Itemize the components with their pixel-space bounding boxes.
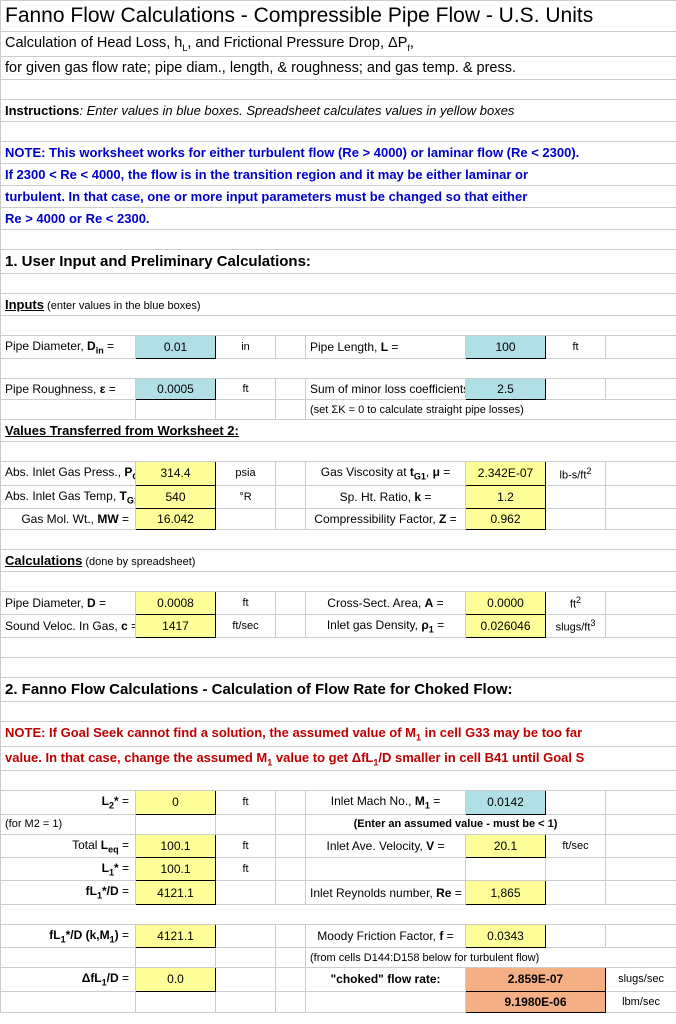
comp-factor-label: Compressibility Factor, Z =: [306, 509, 466, 530]
note-red-2: value. In that case, change the assumed …: [1, 746, 676, 771]
choked-label: "choked" flow rate:: [306, 968, 466, 991]
pipe-diameter-label: Pipe Diameter, Din =: [1, 335, 136, 358]
m1-label: Inlet Mach No., M1 =: [306, 791, 466, 814]
l2-value: 0: [136, 791, 216, 814]
instructions: Instructions: Enter values in blue boxes…: [1, 99, 676, 121]
choked-unit-1: slugs/sec: [606, 968, 676, 991]
l2-label: L2* =: [1, 791, 136, 814]
abs-temp-value: 540: [136, 485, 216, 508]
page-title: Fanno Flow Calculations - Compressible P…: [1, 1, 676, 32]
sound-vel-value: 1417: [136, 614, 216, 637]
abs-press-value: 314.4: [136, 462, 216, 485]
pipe-length-input[interactable]: 100: [466, 335, 546, 358]
total-leq-unit: ft: [216, 834, 276, 857]
abs-press-label: Abs. Inlet Gas Press., PG1 =: [1, 462, 136, 485]
pipe-diameter-input[interactable]: 0.01: [136, 335, 216, 358]
moody-label: Moody Friction Factor, f =: [306, 924, 466, 947]
sum-minor-note: (set ΣK = 0 to calculate straight pipe l…: [306, 400, 676, 420]
reynolds-value: 1,865: [466, 881, 546, 904]
fl1d-label: fL1*/D =: [1, 881, 136, 904]
cross-sect-unit: ft2: [546, 592, 606, 615]
gas-visc-label: Gas Viscosity at tG1, μ =: [306, 462, 466, 485]
delta-fl1d-label: ΔfL1/D =: [1, 968, 136, 991]
cross-sect-value: 0.0000: [466, 592, 546, 615]
mol-wt-value: 16.042: [136, 509, 216, 530]
pipe-diam-ft-value: 0.0008: [136, 592, 216, 615]
sum-minor-label: Sum of minor loss coefficients, ΣK =: [306, 379, 466, 400]
l1-label: L1* =: [1, 858, 136, 881]
pipe-diameter-unit: in: [216, 335, 276, 358]
l2-unit: ft: [216, 791, 276, 814]
l1-unit: ft: [216, 858, 276, 881]
moody-note: (from cells D144:D158 below for turbulen…: [306, 948, 676, 968]
inlet-vel-unit: ft/sec: [546, 834, 606, 857]
section-1-header: 1. User Input and Preliminary Calculatio…: [1, 249, 676, 273]
note-blue-2: If 2300 < Re < 4000, the flow is in the …: [1, 163, 676, 185]
abs-temp-unit: °R: [216, 485, 276, 508]
m1-input[interactable]: 0.0142: [466, 791, 546, 814]
mol-wt-label: Gas Mol. Wt., MW =: [1, 509, 136, 530]
sound-vel-label: Sound Veloc. In Gas, c =: [1, 614, 136, 637]
l1-value: 100.1: [136, 858, 216, 881]
inputs-subhead: Inputs (enter values in the blue boxes): [1, 293, 676, 315]
sound-vel-unit: ft/sec: [216, 614, 276, 637]
fl1d-km-label: fL1*/D (k,M1) =: [1, 924, 136, 947]
comp-factor-value: 0.962: [466, 509, 546, 530]
calcs-subhead: Calculations (done by spreadsheet): [1, 550, 676, 572]
abs-press-unit: psia: [216, 462, 276, 485]
pipe-roughness-input[interactable]: 0.0005: [136, 379, 216, 400]
transferred-subhead: Values Transferred from Worksheet 2:: [1, 420, 676, 442]
delta-fl1d-value: 0.0: [136, 968, 216, 991]
for-m2-note: (for M2 = 1): [1, 814, 136, 834]
inlet-vel-label: Inlet Ave. Velocity, V =: [306, 834, 466, 857]
choked-value-2: 9.1980E-06: [466, 991, 606, 1012]
section-2-header: 2. Fanno Flow Calculations - Calculation…: [1, 678, 676, 702]
pipe-diam-ft-unit: ft: [216, 592, 276, 615]
inlet-dens-unit: slugs/ft3: [546, 614, 606, 637]
total-leq-value: 100.1: [136, 834, 216, 857]
moody-value: 0.0343: [466, 924, 546, 947]
note-blue-1: NOTE: This worksheet works for either tu…: [1, 141, 676, 163]
enter-assumed-note: (Enter an assumed value - must be < 1): [306, 814, 606, 834]
inlet-dens-value: 0.026046: [466, 614, 546, 637]
choked-value-1: 2.859E-07: [466, 968, 606, 991]
subtitle-1: Calculation of Head Loss, hL, and Fricti…: [1, 32, 676, 57]
inlet-vel-value: 20.1: [466, 834, 546, 857]
total-leq-label: Total Leq =: [1, 834, 136, 857]
inlet-dens-label: Inlet gas Density, ρ1 =: [306, 614, 466, 637]
note-blue-4: Re > 4000 or Re < 2300.: [1, 207, 676, 229]
note-blue-3: turbulent. In that case, one or more inp…: [1, 185, 676, 207]
cross-sect-label: Cross-Sect. Area, A =: [306, 592, 466, 615]
pipe-roughness-label: Pipe Roughness, ε =: [1, 379, 136, 400]
fl1d-km-value: 4121.1: [136, 924, 216, 947]
note-red-1: NOTE: If Goal Seek cannot find a solutio…: [1, 722, 676, 747]
sum-minor-input[interactable]: 2.5: [466, 379, 546, 400]
pipe-length-unit: ft: [546, 335, 606, 358]
fl1d-value: 4121.1: [136, 881, 216, 904]
pipe-length-label: Pipe Length, L =: [306, 335, 466, 358]
choked-unit-2: lbm/sec: [606, 991, 676, 1012]
sp-ht-value: 1.2: [466, 485, 546, 508]
abs-temp-label: Abs. Inlet Gas Temp, TG1 =: [1, 485, 136, 508]
pipe-diam-ft-label: Pipe Diameter, D =: [1, 592, 136, 615]
sp-ht-label: Sp. Ht. Ratio, k =: [306, 485, 466, 508]
gas-visc-unit: lb-s/ft2: [546, 462, 606, 485]
gas-visc-value: 2.342E-07: [466, 462, 546, 485]
pipe-roughness-unit: ft: [216, 379, 276, 400]
reynolds-label: Inlet Reynolds number, Re =: [306, 881, 466, 904]
subtitle-2: for given gas flow rate; pipe diam., len…: [1, 56, 676, 79]
